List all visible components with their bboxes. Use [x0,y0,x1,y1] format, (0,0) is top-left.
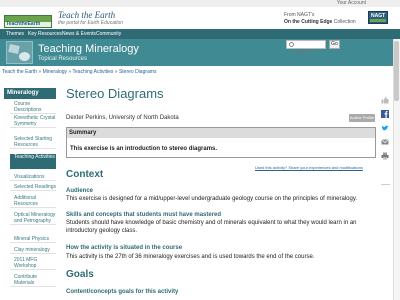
search-go-button[interactable]: Go [329,40,340,49]
goals-heading: Goals [66,269,94,280]
breadcrumb-item[interactable]: Teach the Earth [2,69,37,75]
main-nav: Themes Key Resources News & Events Commu… [0,29,400,39]
nagt-logo[interactable]: NAGT [368,11,388,24]
mineral-thumbnail [6,41,33,64]
section-title[interactable]: Teaching Mineralogy [38,43,139,55]
sidebar-item-mineral-physics[interactable]: Mineral Physics [10,236,56,243]
facebook-icon[interactable] [381,110,389,118]
nav-item-news-events[interactable]: News & Events [62,29,96,39]
breadcrumb-item: Stereo Diagrams [118,69,157,75]
sidebar-item-visualizations[interactable]: Visualizations [10,174,56,181]
sidebar-item-kinesthetic-crystal-symmetry[interactable]: Kinesthetic Crystal Symmetry [10,115,56,128]
nav-item-key-resources[interactable]: Key Resources [28,29,62,39]
sidebar-item-course-descriptions[interactable]: Course Descriptions [10,101,56,114]
nagt-line-1: From NAGT's [284,12,315,18]
twitter-icon[interactable] [381,124,389,132]
section-subtitle: Topical Resources [38,56,88,62]
sidebar-item-contribute-materials[interactable]: Contribute Materials [10,274,56,287]
share-experience-link[interactable]: Used this activity? Share your experienc… [255,165,363,170]
summary-text: This exercise is an introduction to ster… [70,146,218,152]
sidebar-item-selected-readings[interactable]: Selected Readings [10,184,56,191]
how-situated-text: This activity is the 27th of 36 mineralo… [66,254,315,260]
account-bar: Your Account [0,0,400,7]
author-line: Dexter Perkins, University of North Dako… [66,115,179,121]
content-goals-heading: Content/concepts goals for this activity [66,289,179,295]
author-profile-button[interactable]: Author Profile [349,114,375,122]
sidebar-heading[interactable]: Mineralogy [4,88,56,99]
site-tagline: the portal for Earth Education [58,20,124,26]
sidebar: Mineralogy Course Descriptions Kinesthet… [4,88,56,300]
nagt-line-2: On the Cutting Edge Collection [284,19,356,25]
share-divider [381,184,390,185]
breadcrumb-item[interactable]: Teaching Activities [73,69,114,75]
skills-text-2: introductory geology class. [66,228,138,234]
scrollbar-thumb[interactable] [394,41,399,101]
nav-item-themes[interactable]: Themes [6,29,24,39]
summary-heading: Summary [67,128,375,138]
email-icon[interactable] [381,138,389,146]
breadcrumb-item[interactable]: Mineralogy [43,69,67,75]
sidebar-item-selected-starting-resources[interactable]: Selected Starting Resources [10,136,56,149]
breadcrumb: Teach the Earth » Mineralogy » Teaching … [2,69,157,75]
sidebar-item-2011-mfg-workshop[interactable]: 2011 MFG Workshop [10,257,56,270]
your-account-link[interactable]: Your Account [337,0,366,7]
site-title[interactable]: Teach the Earth [58,10,115,20]
search-icon [289,42,294,47]
print-icon[interactable] [381,152,389,160]
sidebar-item-teaching-activities[interactable]: Teaching Activities [10,154,56,169]
page-title: Stereo Diagrams [66,86,164,101]
section-banner: Teaching Mineralogy Topical Resources [0,39,400,66]
audience-heading: Audience [66,188,94,194]
thumbs-up-icon[interactable] [381,96,389,104]
how-situated-heading: How the activity is situated in the cour… [66,245,183,251]
search-input[interactable] [295,49,331,57]
sidebar-item-clay-mineralogy[interactable]: Clay mineralogy [10,247,56,254]
nav-item-community[interactable]: Community [96,29,121,39]
audience-text: This exercise is designed for a mid/uppe… [66,196,358,202]
context-heading: Context [66,169,104,180]
skills-heading: Skills and concepts that students must h… [66,212,222,218]
teach-the-earth-logo[interactable]: TeachtheEarth [4,15,52,28]
sidebar-item-optical-mineralogy[interactable]: Optical Mineralogy and Petrography [10,212,56,225]
summary-box: Summary This exercise is an introduction… [66,127,376,158]
skills-text-1: Students should have knowledge of basic … [66,220,357,226]
sidebar-item-additional-resources[interactable]: Additional Resources [10,195,56,208]
